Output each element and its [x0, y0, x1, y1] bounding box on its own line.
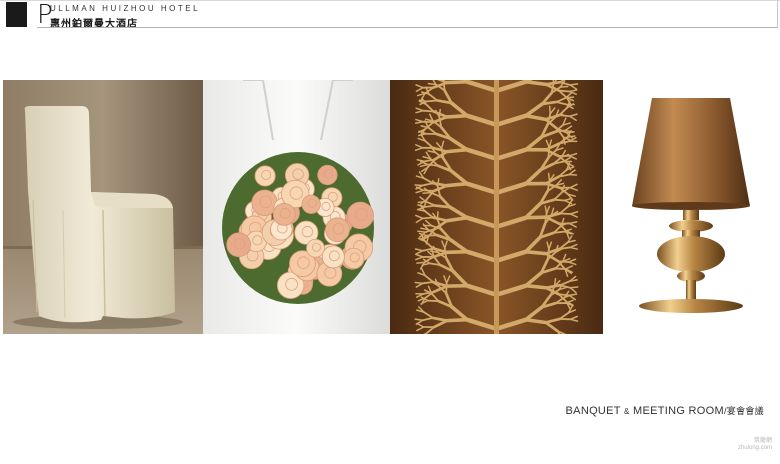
watermark-line-1: 筑龍網 [753, 438, 772, 444]
bouquet-photo [203, 80, 390, 334]
lattice-screen-photo [390, 80, 603, 334]
caption-ampersand: & [623, 407, 630, 416]
header-top-rule [0, 0, 780, 1]
chair-photo [3, 80, 203, 334]
caption-meeting-room: MEETING ROOM [632, 405, 724, 417]
watermark-line-2: zhulong.com [737, 445, 772, 451]
hotel-name-english: ULLMAN HUIZHOU HOTEL [50, 4, 201, 13]
room-caption: BANQUET & MEETING ROOM/宴會會議 [566, 404, 764, 417]
brand-logo-block [6, 2, 27, 27]
header-divider [37, 27, 777, 28]
watermark: 筑龍網 zhulong.com [738, 438, 772, 452]
header-edge-rule [777, 0, 778, 28]
caption-chinese: /宴會會議 [723, 406, 764, 416]
caption-banquet: BANQUET [565, 405, 621, 417]
table-lamp-image [628, 94, 756, 320]
